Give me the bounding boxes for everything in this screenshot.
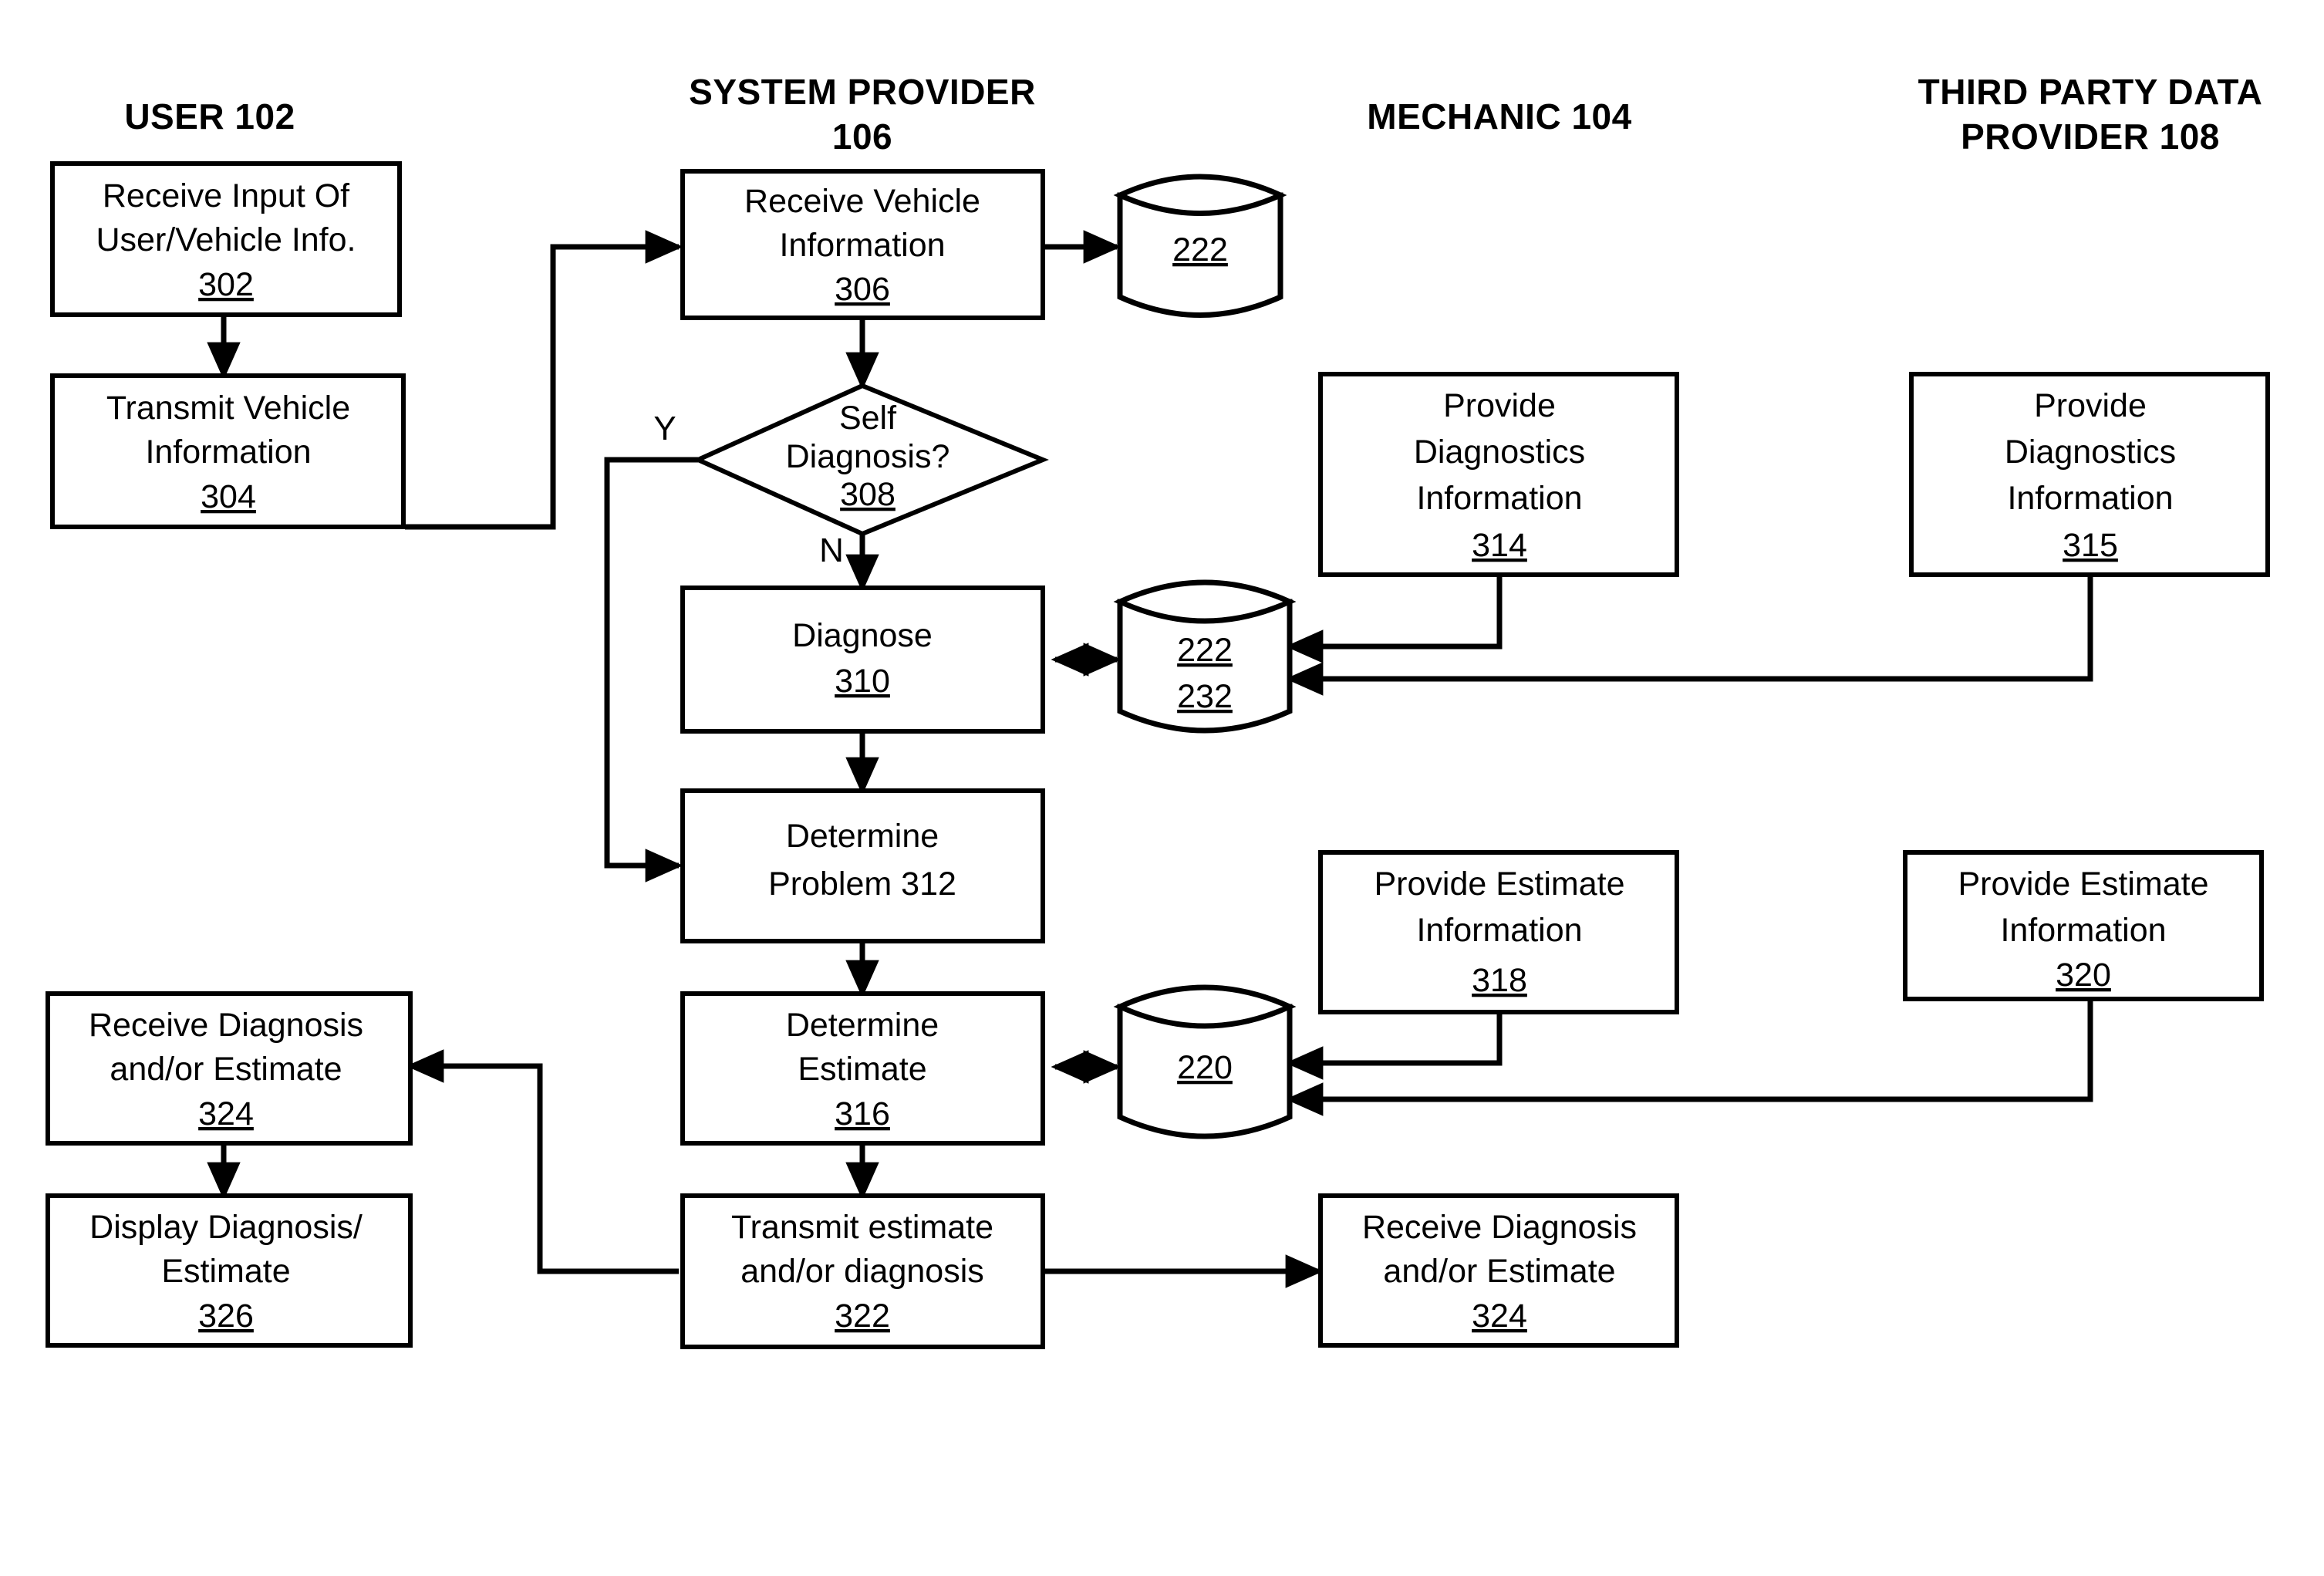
node-315-ref: 315 <box>2063 527 2118 564</box>
node-receive-diagnosis-user-324[interactable]: Receive Diagnosis and/or Estimate 324 <box>46 991 413 1146</box>
node-315-line3: Information <box>2007 480 2173 517</box>
database-220-ref: 220 <box>1177 1049 1233 1086</box>
node-provide-diagnostics-mechanic-314[interactable]: Provide Diagnostics Information 314 <box>1318 372 1679 577</box>
node-314-line3: Information <box>1416 480 1582 517</box>
column-header-user: USER 102 <box>124 96 295 137</box>
node-312-line2: Problem 312 <box>768 866 956 903</box>
node-324-mech-ref: 324 <box>1472 1298 1527 1335</box>
database-222-ref: 222 <box>1172 231 1228 268</box>
column-header-third-party-line2: PROVIDER 108 <box>1961 116 2220 157</box>
node-318-line2: Information <box>1416 912 1582 949</box>
node-310-shape <box>680 586 1045 734</box>
node-322-line2: and/or diagnosis <box>740 1253 984 1290</box>
node-314-line2: Diagnostics <box>1414 434 1585 471</box>
node-324-user-ref: 324 <box>198 1095 254 1132</box>
node-314-line1: Provide <box>1443 387 1556 424</box>
node-provide-diagnostics-thirdparty-315[interactable]: Provide Diagnostics Information 315 <box>1909 372 2270 577</box>
column-header-mechanic-line1: MECHANIC 104 <box>1367 96 1631 137</box>
node-314-ref: 314 <box>1472 527 1527 564</box>
database-222-232[interactable]: 222 232 <box>1113 579 1297 734</box>
node-326-line2: Estimate <box>161 1253 290 1290</box>
node-318-ref: 318 <box>1472 962 1527 999</box>
node-transmit-vehicle-info-304[interactable]: Transmit Vehicle Information 304 <box>50 373 406 529</box>
branch-label-yes: Y <box>653 410 676 447</box>
node-304-ref: 304 <box>201 478 256 515</box>
node-315-line1: Provide <box>2034 387 2147 424</box>
node-324-user-line2: and/or Estimate <box>110 1051 342 1088</box>
column-header-user-line1: USER 102 <box>124 96 295 137</box>
node-320-ref: 320 <box>2056 957 2111 994</box>
node-306-ref: 306 <box>835 271 890 308</box>
node-308-ref: 308 <box>840 476 896 513</box>
node-316-line2: Estimate <box>798 1051 926 1088</box>
node-316-line1: Determine <box>786 1007 939 1044</box>
node-determine-estimate-316[interactable]: Determine Estimate 316 <box>680 991 1045 1146</box>
node-302-ref: 302 <box>198 266 254 303</box>
node-310-ref: 310 <box>835 663 890 700</box>
column-header-system-provider-line2: 106 <box>832 116 892 157</box>
node-304-line1: Transmit Vehicle <box>106 390 350 427</box>
node-322-line1: Transmit estimate <box>731 1209 993 1246</box>
node-326-ref: 326 <box>198 1298 254 1335</box>
node-receive-input-302[interactable]: Receive Input Of User/Vehicle Info. 302 <box>50 161 402 317</box>
node-receive-vehicle-info-306[interactable]: Receive Vehicle Information 306 <box>680 169 1045 320</box>
node-310-line1: Diagnose <box>792 617 933 654</box>
database-222[interactable]: 222 <box>1113 174 1287 318</box>
node-308-line1: Self <box>839 400 897 437</box>
flowchart-figure: USER 102 SYSTEM PROVIDER 106 MECHANIC 10… <box>0 0 2324 1576</box>
node-302-line2: User/Vehicle Info. <box>96 221 356 258</box>
node-302-line1: Receive Input Of <box>103 177 350 214</box>
node-display-diagnosis-326[interactable]: Display Diagnosis/ Estimate 326 <box>46 1193 413 1348</box>
column-header-mechanic: MECHANIC 104 <box>1367 96 1631 137</box>
column-header-system-provider-line1: SYSTEM PROVIDER <box>689 72 1036 112</box>
node-312-line1: Determine <box>786 818 939 855</box>
node-318-line1: Provide Estimate <box>1374 866 1624 903</box>
node-320-line2: Information <box>2000 912 2166 949</box>
node-308-line2: Diagnosis? <box>786 438 950 475</box>
node-324-mech-line2: and/or Estimate <box>1383 1253 1615 1290</box>
node-324-mech-line1: Receive Diagnosis <box>1362 1209 1637 1246</box>
node-316-ref: 316 <box>835 1095 890 1132</box>
database-222-232-ref2: 232 <box>1177 678 1233 715</box>
node-320-line1: Provide Estimate <box>1958 866 2208 903</box>
node-306-line2: Information <box>779 227 945 264</box>
node-304-line2: Information <box>145 434 311 471</box>
column-header-third-party-line1: THIRD PARTY DATA <box>1918 72 2263 112</box>
node-receive-diagnosis-mechanic-324[interactable]: Receive Diagnosis and/or Estimate 324 <box>1318 1193 1679 1348</box>
node-315-line2: Diagnostics <box>2005 434 2176 471</box>
branch-label-no: N <box>819 532 844 569</box>
node-326-line1: Display Diagnosis/ <box>89 1209 363 1246</box>
node-provide-estimate-thirdparty-320[interactable]: Provide Estimate Information 320 <box>1903 850 2264 1001</box>
node-324-user-line1: Receive Diagnosis <box>89 1007 363 1044</box>
database-222-232-ref1: 222 <box>1177 632 1233 669</box>
node-322-ref: 322 <box>835 1298 890 1335</box>
node-provide-estimate-mechanic-318[interactable]: Provide Estimate Information 318 <box>1318 850 1679 1014</box>
node-diagnose-310[interactable]: Diagnose 310 <box>680 586 1045 734</box>
database-220[interactable]: 220 <box>1113 984 1297 1139</box>
node-determine-problem-312[interactable]: Determine Problem 312 <box>680 788 1045 943</box>
node-transmit-estimate-322[interactable]: Transmit estimate and/or diagnosis 322 <box>680 1193 1045 1349</box>
node-306-line1: Receive Vehicle <box>744 183 980 220</box>
